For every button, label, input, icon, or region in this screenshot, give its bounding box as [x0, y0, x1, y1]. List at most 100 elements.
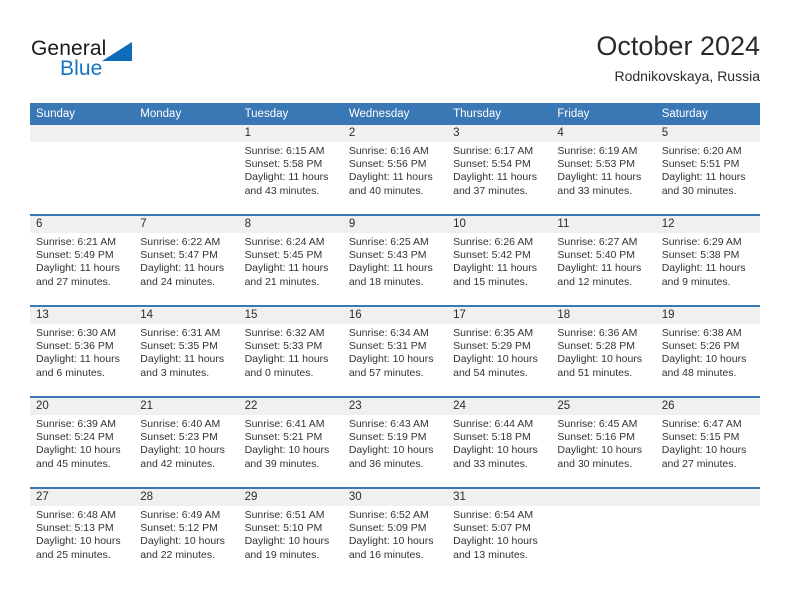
day-number[interactable]: 11 [551, 216, 655, 233]
day-sunset-text: Sunset: 5:42 PM [453, 249, 531, 262]
day-daylight-line1-text: Daylight: 11 hours [244, 353, 329, 366]
day-cell[interactable]: Sunrise: 6:16 AM Sunset: 5:56 PM Daylight:… [343, 142, 447, 214]
day-number[interactable]: 7 [134, 216, 238, 233]
day-cell[interactable]: Sunrise: 6:31 AM Sunset: 5:35 PM Daylight:… [134, 324, 238, 396]
day-sunset-text: Sunset: 5:35 PM [140, 340, 218, 353]
week-daynumber-band: 20 21 22 23 24 25 26 [30, 398, 760, 415]
general-blue-logo: General Blue [31, 37, 151, 83]
day-number[interactable]: 15 [239, 307, 343, 324]
day-daylight-line1-text: Daylight: 10 hours [557, 353, 643, 366]
day-number[interactable]: 16 [343, 307, 447, 324]
page-header: General Blue October 2024 Rodnikovskaya,… [0, 0, 792, 100]
day-sunrise-text: Sunrise: 6:27 AM [557, 236, 638, 248]
day-number[interactable]: 21 [134, 398, 238, 415]
day-daylight-line2-text: and 27 minutes. [661, 457, 737, 470]
day-cell[interactable]: Sunrise: 6:41 AM Sunset: 5:21 PM Daylight:… [239, 415, 343, 487]
day-cell[interactable]: Sunrise: 6:27 AM Sunset: 5:40 PM Daylight:… [551, 233, 655, 305]
day-cell[interactable]: Sunrise: 6:54 AM Sunset: 5:07 PM Daylight:… [447, 506, 551, 578]
day-cell[interactable]: Sunrise: 6:29 AM Sunset: 5:38 PM Daylight:… [656, 233, 760, 305]
day-cell[interactable]: Sunrise: 6:51 AM Sunset: 5:10 PM Daylight:… [239, 506, 343, 578]
day-sunrise-text: Sunrise: 6:39 AM [36, 418, 116, 430]
day-number[interactable]: 5 [656, 125, 760, 142]
day-sunrise-text: Sunrise: 6:16 AM [348, 145, 429, 157]
day-number[interactable]: 30 [343, 489, 447, 506]
day-cell[interactable]: Sunrise: 6:38 AM Sunset: 5:26 PM Daylight:… [656, 324, 760, 396]
day-cell[interactable]: Sunrise: 6:21 AM Sunset: 5:49 PM Daylight:… [30, 233, 134, 305]
day-cell[interactable]: Sunrise: 6:47 AM Sunset: 5:15 PM Daylight:… [656, 415, 760, 487]
day-sunset-text: Sunset: 5:15 PM [661, 431, 740, 444]
week-daynumber-band: 13 14 15 16 17 18 19 [30, 307, 760, 324]
day-cell[interactable]: Sunrise: 6:25 AM Sunset: 5:43 PM Daylight:… [343, 233, 447, 305]
day-number[interactable]: 4 [551, 125, 655, 142]
day-sunrise-text: Sunrise: 6:51 AM [244, 509, 325, 521]
day-sunset-text: Sunset: 5:54 PM [453, 158, 531, 171]
day-number[interactable]: 19 [656, 307, 760, 324]
day-number[interactable]: 13 [30, 307, 134, 324]
logo-text-blue: Blue [60, 57, 103, 80]
day-sunset-text: Sunset: 5:28 PM [557, 340, 636, 353]
day-cell[interactable]: Sunrise: 6:35 AM Sunset: 5:29 PM Daylight:… [447, 324, 551, 396]
day-cell-empty [30, 142, 134, 214]
day-number[interactable]: 17 [447, 307, 551, 324]
day-cell[interactable]: Sunrise: 6:44 AM Sunset: 5:18 PM Daylight:… [447, 415, 551, 487]
day-daylight-line2-text: and 45 minutes. [36, 457, 111, 470]
day-cell[interactable]: Sunrise: 6:45 AM Sunset: 5:16 PM Daylight:… [551, 415, 655, 487]
day-cell[interactable]: Sunrise: 6:26 AM Sunset: 5:42 PM Daylight:… [447, 233, 551, 305]
day-sunset-text: Sunset: 5:21 PM [244, 431, 323, 444]
day-daylight-line2-text: and 18 minutes. [348, 275, 424, 288]
day-number[interactable]: 18 [551, 307, 655, 324]
day-number[interactable]: 27 [30, 489, 134, 506]
day-number[interactable]: 12 [656, 216, 760, 233]
day-number[interactable]: 6 [30, 216, 134, 233]
day-number[interactable]: 10 [447, 216, 551, 233]
day-cell[interactable]: Sunrise: 6:40 AM Sunset: 5:23 PM Daylight:… [134, 415, 238, 487]
day-daylight-line2-text: and 24 minutes. [140, 275, 215, 288]
day-cell[interactable]: Sunrise: 6:24 AM Sunset: 5:45 PM Daylight:… [239, 233, 343, 305]
weekday-header-row: Sunday Monday Tuesday Wednesday Thursday Frid… [30, 103, 760, 125]
day-number[interactable]: 25 [551, 398, 655, 415]
day-daylight-line2-text: and 25 minutes. [36, 548, 111, 561]
day-cell-empty [551, 506, 655, 578]
day-daylight-line1-text: Daylight: 11 hours [453, 262, 537, 275]
day-sunrise-text: Sunrise: 6:48 AM [36, 509, 116, 521]
day-cell[interactable]: Sunrise: 6:43 AM Sunset: 5:19 PM Daylight:… [343, 415, 447, 487]
day-cell[interactable]: Sunrise: 6:15 AM Sunset: 5:58 PM Daylight:… [239, 142, 343, 214]
day-number[interactable]: 29 [239, 489, 343, 506]
day-number[interactable]: 1 [239, 125, 343, 142]
day-cell[interactable]: Sunrise: 6:34 AM Sunset: 5:31 PM Daylight:… [343, 324, 447, 396]
day-sunset-text: Sunset: 5:26 PM [661, 340, 740, 353]
logo-triangle-icon [102, 42, 132, 61]
day-cell[interactable]: Sunrise: 6:39 AM Sunset: 5:24 PM Daylight:… [30, 415, 134, 487]
day-number[interactable]: 31 [447, 489, 551, 506]
day-number[interactable]: 20 [30, 398, 134, 415]
day-daylight-line2-text: and 19 minutes. [244, 548, 320, 561]
day-daylight-line2-text: and 48 minutes. [661, 366, 737, 379]
day-number[interactable]: 26 [656, 398, 760, 415]
day-sunset-text: Sunset: 5:40 PM [557, 249, 636, 262]
day-sunset-text: Sunset: 5:07 PM [453, 522, 531, 535]
day-number[interactable]: 9 [343, 216, 447, 233]
page-title: October 2024 [596, 31, 760, 61]
day-daylight-line1-text: Daylight: 11 hours [661, 171, 746, 184]
day-number[interactable]: 23 [343, 398, 447, 415]
day-cell[interactable]: Sunrise: 6:32 AM Sunset: 5:33 PM Daylight:… [239, 324, 343, 396]
day-cell[interactable]: Sunrise: 6:19 AM Sunset: 5:53 PM Daylight:… [551, 142, 655, 214]
day-number[interactable]: 22 [239, 398, 343, 415]
day-number[interactable]: 2 [343, 125, 447, 142]
day-daylight-line2-text: and 51 minutes. [557, 366, 633, 379]
day-number[interactable]: 3 [447, 125, 551, 142]
day-number[interactable]: 28 [134, 489, 238, 506]
day-number[interactable]: 14 [134, 307, 238, 324]
day-cell[interactable]: Sunrise: 6:30 AM Sunset: 5:36 PM Daylight:… [30, 324, 134, 396]
day-cell[interactable]: Sunrise: 6:52 AM Sunset: 5:09 PM Daylight:… [343, 506, 447, 578]
day-cell[interactable]: Sunrise: 6:17 AM Sunset: 5:54 PM Daylight:… [447, 142, 551, 214]
day-cell[interactable]: Sunrise: 6:36 AM Sunset: 5:28 PM Daylight:… [551, 324, 655, 396]
day-cell[interactable]: Sunrise: 6:22 AM Sunset: 5:47 PM Daylight:… [134, 233, 238, 305]
day-number[interactable]: 24 [447, 398, 551, 415]
day-daylight-line1-text: Daylight: 11 hours [36, 353, 120, 366]
day-daylight-line1-text: Daylight: 10 hours [661, 444, 747, 457]
day-cell[interactable]: Sunrise: 6:20 AM Sunset: 5:51 PM Daylight:… [656, 142, 760, 214]
day-number[interactable]: 8 [239, 216, 343, 233]
day-cell[interactable]: Sunrise: 6:48 AM Sunset: 5:13 PM Daylight:… [30, 506, 134, 578]
day-cell[interactable]: Sunrise: 6:49 AM Sunset: 5:12 PM Daylight:… [134, 506, 238, 578]
